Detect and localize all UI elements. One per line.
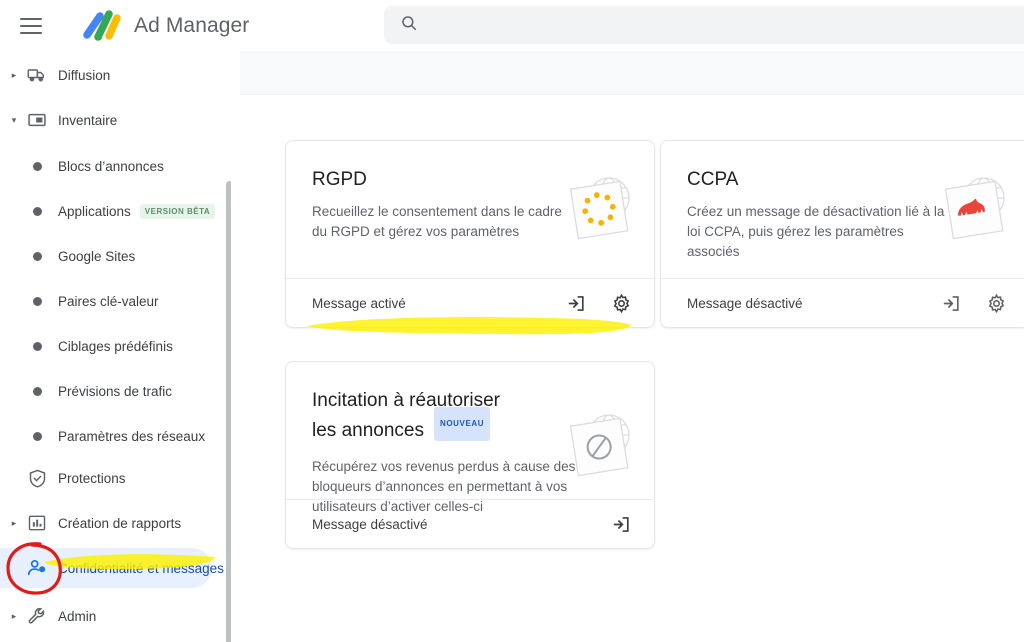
sidebar-divider <box>232 51 240 642</box>
sidebar-item-inventaire[interactable]: ▾ Inventaire <box>0 100 118 140</box>
new-badge: NOUVEAU <box>433 407 491 441</box>
sidebar-item-label: Confidentialité et messages <box>58 560 224 576</box>
bullet-dot-icon <box>22 341 52 351</box>
sidebar-item-label: Protections <box>58 470 126 486</box>
sidebar-item-admin[interactable]: ▸ Admin <box>0 596 96 636</box>
card-status: Message désactivé <box>312 516 428 532</box>
sidebar-item-previsions-de-trafic[interactable]: Prévisions de trafic <box>0 371 172 411</box>
sidebar-item-label: Applications <box>58 203 131 219</box>
inventory-icon <box>22 110 52 130</box>
gear-icon[interactable] <box>986 293 1007 314</box>
launch-icon[interactable] <box>566 293 587 314</box>
sidebar-item-paires-cle-valeur[interactable]: Paires clé-valeur <box>0 281 159 321</box>
california-bear-card-globe-icon <box>933 169 1011 252</box>
card-rgpd[interactable]: RGPD Recueillez le consentement dans le … <box>285 140 655 328</box>
card-status: Message activé <box>312 295 406 311</box>
bar-chart-icon <box>22 513 52 533</box>
chevron-right-icon[interactable]: ▸ <box>6 518 22 529</box>
card-status: Message désactivé <box>687 295 803 311</box>
sidebar-item-label: Création de rapports <box>58 515 182 531</box>
sidebar-item-applications[interactable]: Applications VERSION BÊTA <box>0 191 216 231</box>
wrench-icon <box>22 606 52 626</box>
card-footer: Message désactivé <box>661 278 1024 327</box>
sidebar-item-creation-de-rapports[interactable]: ▸ Création de rapports <box>0 503 181 543</box>
sidebar-item-label: Google Sites <box>58 248 136 264</box>
ad-manager-page: Ad Manager ▸ Diffusion ▾ Inventaire Bloc… <box>0 0 1024 642</box>
search-bar[interactable] <box>384 6 1024 44</box>
sidebar-item-protections[interactable]: Protections <box>0 458 126 498</box>
top-bar: Ad Manager <box>0 0 1024 51</box>
sidebar-item-blocs-dannonces[interactable]: Blocs d’annonces <box>0 146 164 186</box>
chevron-down-icon[interactable]: ▾ <box>6 115 22 126</box>
hamburger-icon[interactable] <box>20 17 42 34</box>
sidebar-item-label: Blocs d’annonces <box>58 158 164 174</box>
bullet-dot-icon <box>22 386 52 396</box>
eu-stars-card-globe-icon <box>558 169 636 252</box>
bullet-dot-icon <box>22 206 52 216</box>
sidebar-item-label: Inventaire <box>58 112 118 128</box>
main-content: RGPD Recueillez le consentement dans le … <box>240 51 1024 642</box>
bullet-dot-icon <box>22 431 52 441</box>
card-body: RGPD Recueillez le consentement dans le … <box>286 141 654 278</box>
sidebar-item-diffusion[interactable]: ▸ Diffusion <box>0 55 111 95</box>
sidebar-item-google-sites[interactable]: Google Sites <box>0 236 135 276</box>
search-icon <box>384 14 418 37</box>
shield-check-icon <box>22 468 52 489</box>
sidebar-item-ciblages-predefinis[interactable]: Ciblages prédéfinis <box>0 326 173 366</box>
card-description: Créez un message de désactivation lié à … <box>687 204 945 259</box>
person-privacy-icon <box>22 557 52 579</box>
search-input[interactable] <box>430 17 950 33</box>
bullet-dot-icon <box>22 251 52 261</box>
card-incitation-reautoriser[interactable]: Incitation à réautoriser les annonces NOU… <box>285 361 655 549</box>
card-title: Incitation à réautoriser les annonces NOU… <box>312 388 527 448</box>
card-body: CCPA Créez un message de désactivation l… <box>661 141 1024 278</box>
gear-icon[interactable] <box>611 293 632 314</box>
app-title: Ad Manager <box>134 13 250 37</box>
bullet-dot-icon <box>22 296 52 306</box>
launch-icon[interactable] <box>941 293 962 314</box>
sidebar-item-label: Ciblages prédéfinis <box>58 338 173 354</box>
sidebar-item-label: Paramètres des réseaux <box>58 428 206 444</box>
card-title: RGPD <box>312 169 367 190</box>
card-footer: Message désactivé <box>286 499 654 548</box>
chevron-right-icon[interactable]: ▸ <box>6 611 22 622</box>
delivery-truck-icon <box>22 65 52 85</box>
no-ads-card-globe-icon <box>558 406 636 489</box>
beta-badge: VERSION BÊTA <box>139 203 216 219</box>
card-title: CCPA <box>687 169 739 190</box>
bullet-dot-icon <box>22 161 52 171</box>
content-subheader <box>240 51 1024 95</box>
sidebar-item-label: Admin <box>58 608 97 624</box>
card-footer: Message activé <box>286 278 654 327</box>
card-description: Recueillez le consentement dans le cadre… <box>312 204 562 239</box>
sidebar-item-parametres-des-reseaux[interactable]: Paramètres des réseaux <box>0 416 205 456</box>
sidebar-item-confidentialite-et-messages[interactable]: Confidentialité et messages <box>0 548 224 588</box>
card-ccpa[interactable]: CCPA Créez un message de désactivation l… <box>660 140 1024 328</box>
sidebar-item-label: Paires clé-valeur <box>58 293 159 309</box>
card-body: Incitation à réautoriser les annonces NOU… <box>286 362 654 514</box>
launch-icon[interactable] <box>611 514 632 535</box>
sidebar-item-label: Diffusion <box>58 67 111 83</box>
sidebar-item-label: Prévisions de trafic <box>58 383 173 399</box>
ad-manager-logo <box>78 9 122 43</box>
chevron-right-icon[interactable]: ▸ <box>6 70 22 81</box>
sidebar: ▸ Diffusion ▾ Inventaire Blocs d’annonce… <box>0 51 232 642</box>
